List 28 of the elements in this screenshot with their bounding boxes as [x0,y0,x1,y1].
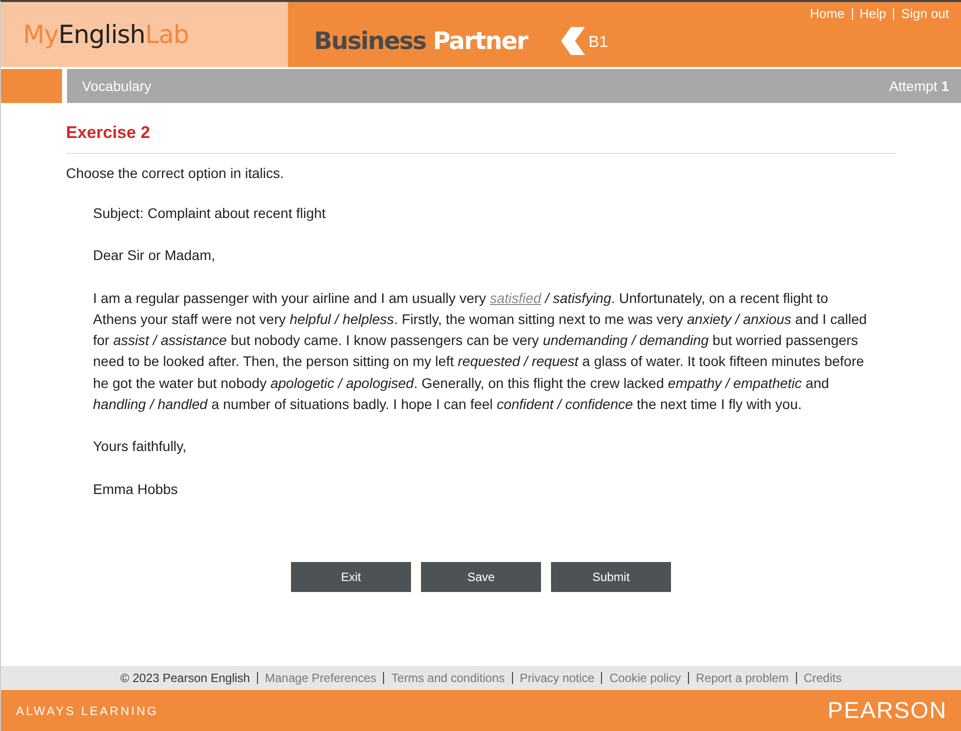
chevron-icon [561,26,588,54]
footer-link[interactable]: Terms and conditions [391,671,505,685]
letter-greeting: Dear Sir or Madam, [93,246,216,266]
attempt-label: Attempt 1 [889,78,949,94]
footer-link[interactable]: Report a problem [696,671,789,685]
letter-closing: Yours faithfully, [93,437,188,456]
footer-link[interactable]: Manage Preferences [264,671,376,685]
brand-logo: PEARSON [828,697,947,724]
action-button[interactable]: Submit [551,562,671,592]
letter-signature: Emma Hobbs [93,480,179,499]
section-title: Vocabulary [82,78,152,94]
tagline: ALWAYS LEARNING [16,704,158,718]
level-label: B1 [588,34,608,52]
footer-link[interactable]: Privacy notice [520,671,594,685]
action-button[interactable]: Save [421,562,541,592]
letter-subject: Subject: Complaint about recent flight [93,204,327,223]
instruction-text: Choose the correct option in italics. [66,165,285,181]
nav-link[interactable]: Help [860,6,886,21]
nav-link[interactable]: Sign out [901,6,949,21]
letter-paragraph: I am a regular passenger with your airline and I am usually very satisfied / satisfying. Unfortunately, on a recent flight to Athens your staff were not very helpful / helpless. Firstly, the woman sitting next to me was very anxiety / anxious and I called for assist / assistance but nobody came. I know passengers can be very undemanding / demanding but worried passengers need to be looked after. Then, the person sitting on my left requested / request a glass of water. It took fifteen minutes before he got the water but nobody apologetic / apologised. Generally, on this flight the crew lacked empathy / empathetic and handling / handled a number of situations badly. I hope I can feel confident / confidence the next time I fly with you. [93,288,868,414]
copyright-text: © 2023 Pearson English [120,671,250,685]
footer-link[interactable]: Cookie policy [609,671,681,685]
footer-link[interactable]: Credits [804,671,842,685]
action-button[interactable]: Exit [291,562,411,592]
product-title: Business Partner [314,26,528,54]
logo: MyEnglishLab [23,20,189,49]
exercise-title: Exercise 2 [66,123,896,154]
nav-link[interactable]: Home [810,6,845,21]
